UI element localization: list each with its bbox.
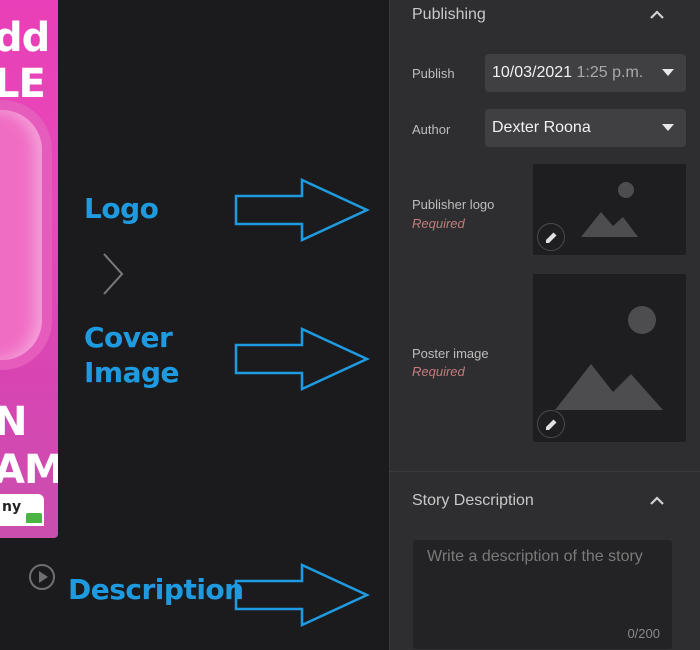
section-divider — [390, 471, 700, 472]
edit-logo-button[interactable] — [537, 223, 565, 251]
publish-date-dropdown[interactable]: 10/03/2021 1:25 p.m. — [485, 54, 686, 92]
publisher-logo-upload[interactable] — [533, 164, 686, 255]
publish-date: 10/03/2021 — [492, 64, 573, 81]
chevron-up-icon[interactable] — [649, 494, 665, 506]
character-counter: 0/200 — [627, 626, 660, 641]
arrow-right-icon — [234, 563, 370, 627]
document-settings-panel: Publishing Publish 10/03/2021 1:25 p.m. … — [389, 0, 700, 650]
chevron-up-icon[interactable] — [649, 8, 665, 20]
poster-image-upload[interactable] — [533, 274, 686, 442]
description-placeholder: Write a description of the story — [427, 548, 643, 565]
preview-badge-text: ny — [2, 499, 22, 515]
poster-image-label: Poster image — [412, 346, 489, 361]
pencil-icon — [545, 419, 556, 430]
chevron-right-icon[interactable] — [98, 250, 128, 298]
annotation-cover-line: Cover — [84, 321, 173, 354]
story-description-textarea[interactable]: Write a description of the story 0/200 — [412, 539, 673, 650]
publishing-section-title: Publishing — [412, 6, 486, 23]
annotation-description: Description — [68, 573, 244, 606]
arrow-right-icon — [234, 178, 370, 242]
pencil-icon — [545, 232, 556, 243]
story-description-section-header[interactable]: Story Description — [390, 486, 700, 516]
story-description-title: Story Description — [412, 492, 534, 509]
annotation-cover-line: Image — [84, 356, 180, 389]
publishing-section-header[interactable]: Publishing — [390, 0, 700, 30]
preview-text-line: AM — [0, 447, 58, 493]
story-page-preview[interactable]: dd LE N AM ny — [0, 0, 58, 538]
preview-text-line: LE — [0, 61, 46, 107]
publisher-logo-required: Required — [412, 216, 465, 231]
edit-poster-button[interactable] — [537, 410, 565, 438]
annotation-cover-image: Cover Image — [84, 320, 180, 390]
caret-down-icon — [662, 69, 674, 76]
publish-time: 1:25 p.m. — [576, 64, 644, 81]
annotation-logo: Logo — [84, 192, 159, 225]
publish-label: Publish — [412, 66, 455, 81]
author-value: Dexter Roona — [492, 119, 591, 136]
preview-graphic — [0, 110, 42, 360]
caret-down-icon — [662, 124, 674, 131]
publish-date-value: 10/03/2021 1:25 p.m. — [492, 64, 643, 82]
author-label: Author — [412, 122, 451, 137]
grass-graphic — [26, 513, 42, 523]
author-dropdown[interactable]: Dexter Roona — [485, 109, 686, 147]
publisher-logo-label: Publisher logo — [412, 197, 495, 212]
preview-text-line: N — [0, 399, 27, 445]
preview-text-line: dd — [0, 15, 50, 61]
preview-logo-badge: ny — [0, 494, 44, 526]
play-icon[interactable] — [28, 563, 56, 591]
editor-canvas: dd LE N AM ny Logo Cover Image Descripti… — [0, 0, 388, 650]
arrow-right-icon — [234, 327, 370, 391]
poster-image-required: Required — [412, 364, 465, 379]
